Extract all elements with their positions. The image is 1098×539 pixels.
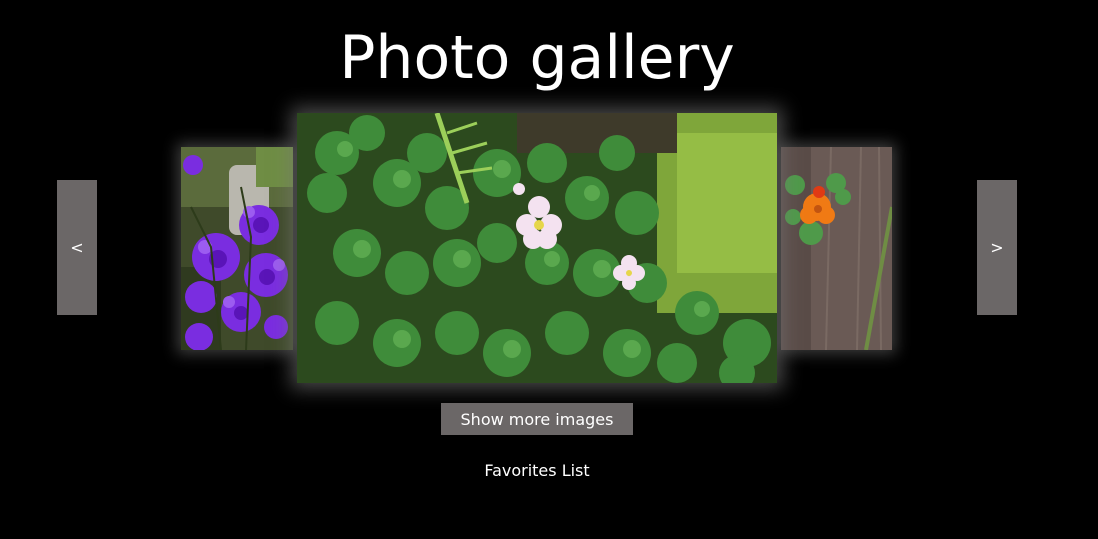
show-more-images-button[interactable]: Show more images — [441, 403, 633, 435]
gallery-image-center[interactable] — [297, 113, 777, 383]
purple-flowers-image — [181, 147, 293, 350]
gallery-image-left[interactable] — [181, 147, 293, 350]
gallery-image-right[interactable] — [781, 147, 892, 350]
clover-flowers-image — [297, 113, 777, 383]
photo-gallery-page: Photo gallery < > Show more images Favor… — [0, 0, 1098, 539]
page-title: Photo gallery — [339, 23, 735, 93]
previous-image-button[interactable]: < — [57, 180, 97, 315]
next-image-button[interactable]: > — [977, 180, 1017, 315]
orange-flower-image — [781, 147, 892, 350]
favorites-list-link[interactable]: Favorites List — [0, 461, 1074, 481]
